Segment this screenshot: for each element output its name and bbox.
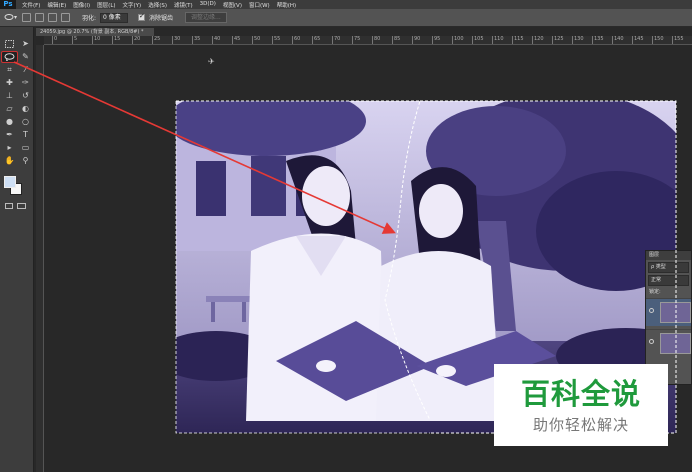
subtract-selection-icon[interactable] [48, 13, 57, 22]
ruler-tick-label: 0 [52, 36, 58, 44]
screen-mode-icon[interactable] [17, 203, 26, 209]
feather-label: 羽化: [82, 15, 97, 22]
ruler-tick-label: 100 [452, 36, 464, 44]
feather-input[interactable]: 0 像素 [100, 12, 129, 23]
ruler-tick-label: 15 [112, 36, 121, 44]
eye-icon[interactable] [649, 339, 654, 344]
ruler-tick-label: 55 [272, 36, 281, 44]
menu-view[interactable]: 视图(V) [223, 1, 242, 9]
stamp-icon[interactable]: ⊥ [2, 91, 17, 101]
ruler-tick-label: 95 [432, 36, 441, 44]
ruler-tick-label: 135 [592, 36, 604, 44]
menu-image[interactable]: 图像(I) [73, 1, 90, 9]
ruler-tick-label: 115 [512, 36, 524, 44]
menu-help[interactable]: 帮助(H) [277, 1, 296, 9]
ruler-tick-label: 140 [612, 36, 624, 44]
watermark: 百科全说 助你轻松解决 [494, 364, 668, 446]
layer-row-copy[interactable] [646, 298, 691, 326]
ruler-tick-label: 80 [372, 36, 381, 44]
gradient-icon[interactable]: ◐ [18, 104, 33, 114]
menu-filter[interactable]: 滤镜(T) [174, 1, 193, 9]
lasso-preset-icon[interactable] [4, 13, 18, 22]
pen-icon[interactable]: ✒ [2, 130, 17, 140]
add-selection-icon[interactable] [35, 13, 44, 22]
menu-select[interactable]: 选择(S) [148, 1, 167, 9]
options-bar: 羽化: 0 像素 消除锯齿 调整边缘... [0, 9, 692, 27]
hand-icon[interactable]: ✋ [2, 156, 17, 166]
ruler-tick-label: 60 [292, 36, 301, 44]
ruler-tick-label: 150 [652, 36, 664, 44]
ruler-tick-label: 20 [132, 36, 141, 44]
antialias-checkbox[interactable] [138, 12, 146, 21]
menu-layer[interactable]: 图层(L) [97, 1, 115, 9]
watermark-title: 百科全说 [520, 377, 641, 411]
history-brush-icon[interactable]: ↺ [18, 91, 33, 101]
menu-3d[interactable]: 3D(D) [200, 1, 216, 9]
healing-icon[interactable]: ✚ [2, 78, 17, 88]
ruler-tick-label: 75 [352, 36, 361, 44]
layer-filter-select[interactable]: ρ 类型 [648, 262, 689, 273]
ruler-tick-label: 125 [552, 36, 564, 44]
ruler-tick-label: 10 [92, 36, 101, 44]
tool-grid: ➤ ✎ ⌗ ⁄ ✚ ✑ ⊥ ↺ ▱ ◐ ● ○ ✒ T ▸ ▭ ✋ ⚲ [0, 27, 33, 166]
crop-icon[interactable]: ⌗ [2, 65, 17, 75]
ruler-tick-label: 130 [572, 36, 584, 44]
document-tab[interactable]: 24059.jpg @ 20.7% (背景 副本, RGB/8#) * [36, 28, 154, 36]
new-selection-icon[interactable] [22, 13, 31, 22]
ruler-tick-label: 45 [232, 36, 241, 44]
marquee-icon[interactable] [2, 39, 17, 49]
ruler-tick-label: 5 [72, 36, 78, 44]
ruler-tick-label: 50 [252, 36, 261, 44]
vertical-ruler [36, 45, 44, 472]
layer-thumbnail [660, 302, 691, 323]
eye-icon[interactable] [649, 308, 654, 313]
refine-edge-button[interactable]: 调整边缘... [185, 12, 227, 23]
ruler-tick-label: 70 [332, 36, 341, 44]
ruler-tick-label: 35 [192, 36, 201, 44]
ruler-tick-label: 105 [472, 36, 484, 44]
ruler-tick-label: 30 [172, 36, 181, 44]
dodge-icon[interactable]: ○ [18, 117, 33, 127]
intersect-selection-icon[interactable] [61, 13, 70, 22]
foreground-color-swatch[interactable] [4, 176, 16, 188]
layer-row-background[interactable] [646, 329, 691, 357]
toolbox: ➤ ✎ ⌗ ⁄ ✚ ✑ ⊥ ↺ ▱ ◐ ● ○ ✒ T ▸ ▭ ✋ ⚲ [0, 27, 34, 472]
brush-icon[interactable]: ✑ [18, 78, 33, 88]
ruler-tick-label: 155 [672, 36, 684, 44]
ruler-tick-label: 25 [152, 36, 161, 44]
color-swatches [4, 176, 30, 198]
menu-window[interactable]: 窗口(W) [249, 1, 270, 9]
zoom-icon[interactable]: ⚲ [18, 156, 33, 166]
ruler-tick-label: 90 [412, 36, 421, 44]
ruler-tick-label: 120 [532, 36, 544, 44]
menu-type[interactable]: 文字(Y) [123, 1, 142, 9]
menu-items: 文件(F) 编辑(E) 图像(I) 图层(L) 文字(Y) 选择(S) 滤镜(T… [22, 1, 296, 9]
menu-bar: Ps 文件(F) 编辑(E) 图像(I) 图层(L) 文字(Y) 选择(S) 滤… [0, 0, 692, 9]
ruler-tick-label: 40 [212, 36, 221, 44]
lasso-icon[interactable] [1, 51, 18, 63]
menu-edit[interactable]: 编辑(E) [47, 1, 66, 9]
menu-file[interactable]: 文件(F) [22, 1, 40, 9]
blend-mode-select[interactable]: 正常 [648, 275, 689, 286]
eyedropper-icon[interactable]: ⁄ [18, 65, 33, 75]
shape-icon[interactable]: ▭ [18, 143, 33, 153]
ruler-tick-label: 145 [632, 36, 644, 44]
ruler-tick-label: 110 [492, 36, 504, 44]
move-icon[interactable]: ➤ [18, 39, 33, 49]
photoshop-logo: Ps [0, 0, 16, 9]
eraser-icon[interactable]: ▱ [2, 104, 17, 114]
path-select-icon[interactable]: ▸ [2, 143, 17, 153]
ruler-tick-label: 65 [312, 36, 321, 44]
layer-thumbnail [660, 333, 691, 354]
blur-icon[interactable]: ● [2, 117, 17, 127]
type-icon[interactable]: T [18, 130, 33, 140]
watermark-subtitle: 助你轻松解决 [532, 416, 629, 434]
quick-select-icon[interactable]: ✎ [18, 52, 33, 62]
ruler-tick-label: 85 [392, 36, 401, 44]
lock-label: 锁定: [649, 289, 661, 295]
quick-mask-icon[interactable] [5, 203, 13, 209]
horizontal-ruler: 0 5 10 15 20 25 30 35 40 45 50 55 60 65 70 75 80 85 90 95 10… [44, 36, 692, 45]
layers-panel-title: 图层 [646, 251, 691, 260]
antialias-label: 消除锯齿 [149, 15, 174, 22]
